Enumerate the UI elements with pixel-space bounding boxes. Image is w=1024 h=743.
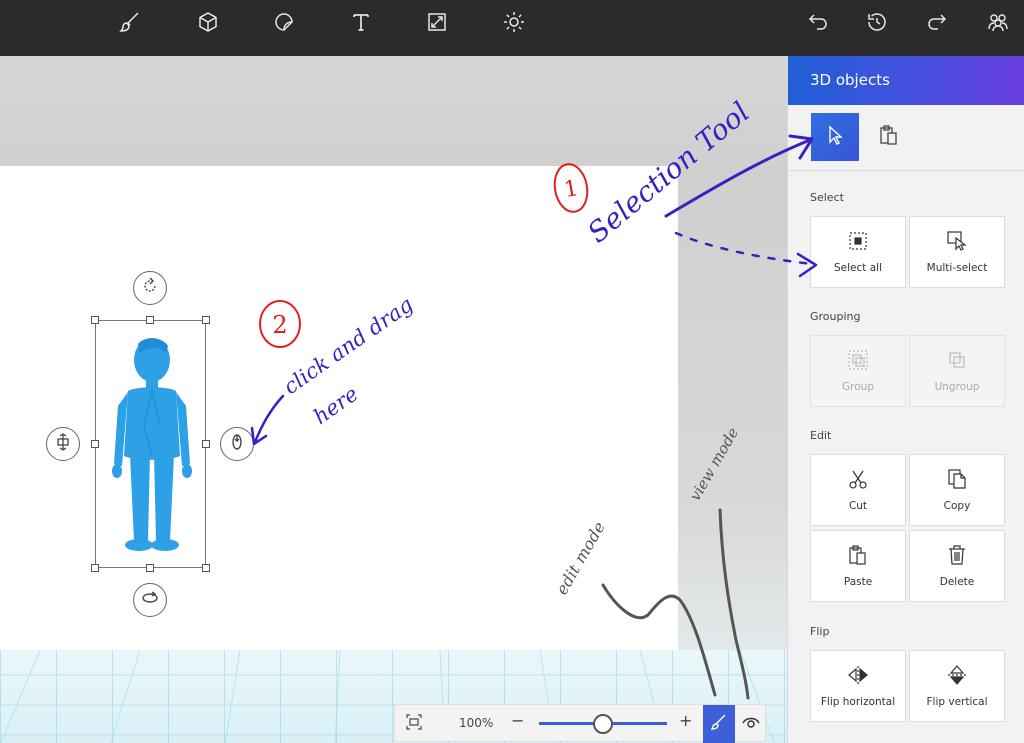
trash-icon	[946, 544, 968, 576]
rotate-bottom-handle[interactable]	[133, 583, 167, 617]
tilt-handle[interactable]	[220, 427, 254, 461]
cut-label: Cut	[848, 500, 868, 512]
paste-button[interactable]: Paste	[810, 530, 906, 602]
zoom-in-button[interactable]: +	[679, 711, 692, 730]
edit-mode-button[interactable]	[703, 705, 735, 743]
ungroup-icon	[946, 349, 968, 381]
canvas-icon	[425, 10, 449, 38]
resize-handle-top-left[interactable]	[91, 316, 99, 324]
zoom-slider-thumb[interactable]	[593, 714, 613, 734]
eye-icon	[741, 714, 761, 734]
history-button[interactable]	[853, 0, 901, 48]
copy-icon	[946, 468, 968, 500]
ungroup-label: Ungroup	[934, 381, 980, 393]
flip-horizontal-label: Flip horizontal	[820, 696, 896, 708]
edit-section-label: Edit	[810, 429, 832, 442]
panel-tool-row	[788, 105, 1024, 171]
flip-vertical-label: Flip vertical	[926, 696, 988, 708]
canvas-button[interactable]	[413, 0, 461, 48]
resize-handle-left[interactable]	[91, 440, 99, 448]
scissors-icon	[847, 468, 869, 500]
tilt-icon	[227, 432, 247, 456]
group-label: Group	[842, 381, 874, 393]
multi-select-button[interactable]: Multi-select	[909, 216, 1005, 288]
depth-handle[interactable]	[46, 427, 80, 461]
clipboard-tool-button[interactable]	[865, 113, 913, 161]
undo-button[interactable]	[794, 0, 842, 48]
undo-icon	[806, 10, 830, 38]
grouping-section-label: Grouping	[810, 310, 861, 323]
fit-window-icon	[405, 713, 423, 735]
sticker-icon	[272, 10, 296, 38]
resize-handle-bottom-right[interactable]	[202, 564, 210, 572]
workspace-background	[0, 56, 787, 166]
pen-icon	[710, 713, 728, 735]
resize-handle-top-right[interactable]	[202, 316, 210, 324]
resize-handle-bottom-left[interactable]	[91, 564, 99, 572]
effects-icon	[502, 10, 526, 38]
effects-button[interactable]	[490, 0, 538, 48]
flip-section-label: Flip	[810, 625, 830, 638]
text-button[interactable]	[337, 0, 385, 48]
flip-horizontal-icon	[847, 664, 869, 696]
cut-button[interactable]: Cut	[810, 454, 906, 526]
top-toolbar	[0, 0, 1024, 56]
multi-select-label: Multi-select	[926, 262, 988, 274]
flip-horizontal-button[interactable]: Flip horizontal	[810, 650, 906, 722]
rotate-icon	[140, 276, 160, 300]
select-all-button[interactable]: Select all	[810, 216, 906, 288]
multi-select-icon	[946, 230, 968, 262]
delete-label: Delete	[939, 576, 975, 588]
community-icon	[986, 10, 1010, 38]
ungroup-button[interactable]: Ungroup	[909, 335, 1005, 407]
select-section-label: Select	[810, 191, 844, 204]
delete-button[interactable]: Delete	[909, 530, 1005, 602]
redo-button[interactable]	[913, 0, 961, 48]
brushes-button[interactable]	[106, 0, 154, 48]
view-mode-button[interactable]	[735, 705, 767, 743]
3d-objects-panel: 3D objects Select Select all Multi-selec…	[787, 56, 1024, 743]
fit-to-window-button[interactable]	[401, 711, 427, 737]
z-depth-icon	[53, 432, 73, 456]
resize-handle-top[interactable]	[146, 316, 154, 324]
group-icon	[847, 349, 869, 381]
3d-cube-icon	[196, 10, 220, 38]
select-all-icon	[847, 230, 869, 262]
clipboard-icon	[878, 124, 900, 150]
text-icon	[349, 10, 373, 38]
copy-label: Copy	[943, 500, 971, 512]
zoom-out-button[interactable]: −	[511, 711, 524, 730]
rotate-top-handle[interactable]	[133, 271, 167, 305]
view-controls: 100% − +	[394, 704, 767, 743]
resize-handle-right[interactable]	[202, 440, 210, 448]
zoom-level: 100%	[459, 716, 494, 730]
select-all-label: Select all	[834, 262, 882, 274]
panel-title: 3D objects	[788, 56, 1024, 105]
resize-handle-bottom[interactable]	[146, 564, 154, 572]
paste-icon	[847, 544, 869, 576]
paste-label: Paste	[843, 576, 873, 588]
redo-icon	[925, 10, 949, 38]
history-icon	[865, 10, 889, 38]
selection-box	[95, 320, 206, 568]
spin-icon	[140, 588, 160, 612]
brush-icon	[118, 10, 142, 38]
stickers-button[interactable]	[260, 0, 308, 48]
3d-shapes-button[interactable]	[184, 0, 232, 48]
flip-vertical-button[interactable]: Flip vertical	[909, 650, 1005, 722]
group-button[interactable]: Group	[810, 335, 906, 407]
copy-button[interactable]: Copy	[909, 454, 1005, 526]
cursor-icon	[824, 124, 846, 150]
selection-tool-button[interactable]	[811, 113, 859, 161]
community-button[interactable]	[974, 0, 1022, 48]
flip-vertical-icon	[946, 664, 968, 696]
